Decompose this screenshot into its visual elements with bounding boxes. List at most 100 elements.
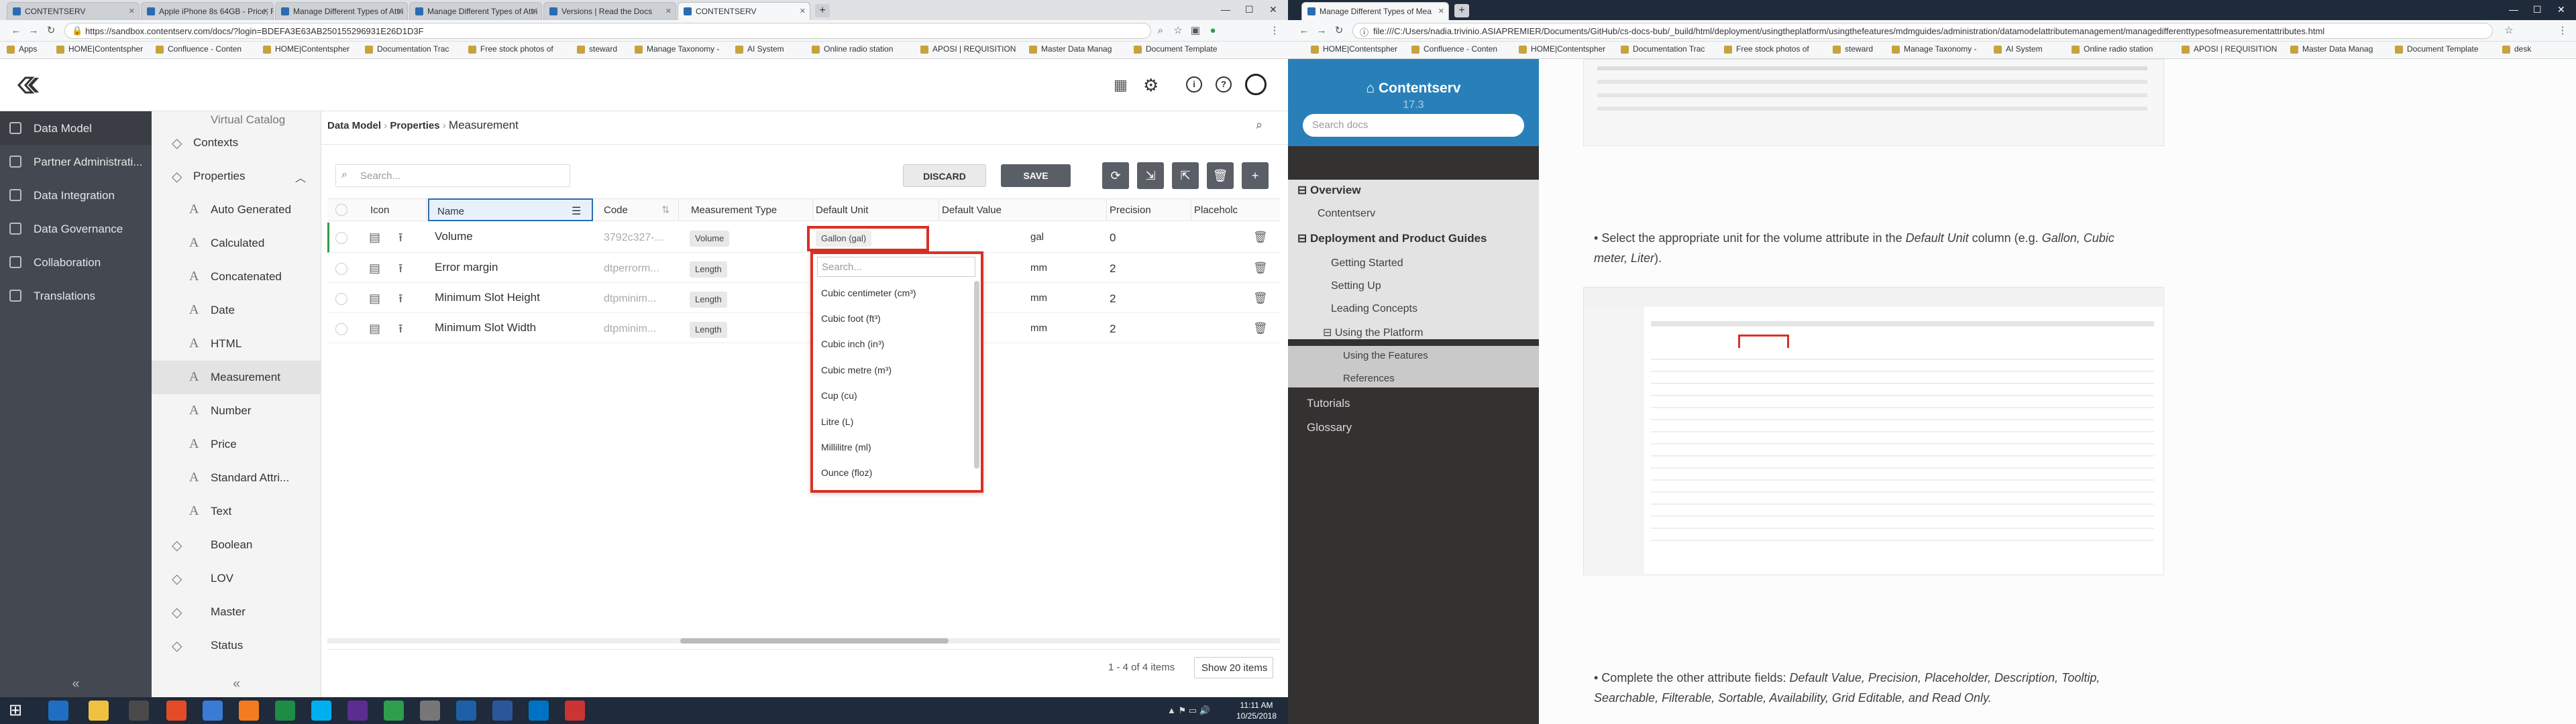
bookmark-item[interactable]: Apps (7, 44, 37, 54)
calendar-icon[interactable]: ▦ (1114, 76, 1128, 94)
bookmark-item[interactable]: steward (577, 44, 617, 54)
browser-tab[interactable]: Manage Different Types of Attri ✕ (275, 2, 408, 20)
tree-item-contexts[interactable]: ◇ Contexts (152, 126, 321, 160)
row-precision[interactable]: 2 (1110, 322, 1116, 336)
help-icon[interactable]: ? (1216, 76, 1232, 93)
row-default-value[interactable]: mm (1030, 292, 1047, 304)
sort-menu-icon[interactable]: ☰ (572, 204, 581, 218)
tree-item-boolean[interactable]: ◇ Boolean (152, 528, 321, 562)
tree-item-master[interactable]: ◇ Master (152, 595, 321, 629)
delete-icon[interactable]: 🗑 (1207, 162, 1234, 189)
minimize-icon[interactable]: — (1221, 4, 1230, 15)
docs-nav-item[interactable]: ⊟ Overview (1297, 184, 1361, 197)
chrome-icon[interactable] (166, 701, 186, 721)
column-header-precision[interactable]: Precision (1108, 198, 1191, 221)
bookmark-item[interactable]: Online radio station (812, 44, 893, 54)
docs-nav-item[interactable]: Using the Features (1343, 350, 1428, 361)
browser-tab[interactable]: Versions | Read the Docs ✕ (543, 2, 676, 20)
docs-nav-item[interactable]: Getting Started (1331, 257, 1403, 269)
collapse-tree-icon[interactable]: « (152, 670, 321, 697)
close-window-icon[interactable]: ✕ (1269, 4, 1277, 15)
close-icon[interactable]: ✕ (531, 7, 537, 15)
row-name[interactable]: Minimum Slot Height (435, 291, 540, 304)
bookmark-item[interactable]: AI System (1994, 44, 2043, 54)
docs-nav-item[interactable]: Glossary (1307, 421, 1352, 434)
back-arrow-icon[interactable]: ← (1297, 24, 1311, 38)
row-name[interactable]: Error margin (435, 261, 498, 274)
star-icon[interactable]: ☆ (1171, 24, 1185, 38)
app-icon[interactable] (565, 701, 585, 721)
maximize-icon[interactable]: ☐ (1245, 4, 1254, 15)
close-icon[interactable]: ✕ (665, 7, 672, 15)
forward-arrow-icon[interactable]: → (1315, 24, 1328, 38)
row-delete-icon[interactable]: 🗑 (1253, 322, 1268, 335)
tree-item-properties[interactable]: ◇ Properties ︿ (152, 160, 321, 193)
app-icon[interactable] (456, 701, 476, 721)
dropdown-option[interactable]: Litre (L) (821, 416, 853, 427)
dropdown-option[interactable]: Cubic centimeter (cm³) (821, 288, 916, 298)
windows-start-icon[interactable]: ⊞ (5, 701, 25, 721)
outlook-icon[interactable] (203, 701, 223, 721)
import-icon[interactable]: ⇲ (1137, 162, 1164, 189)
breadcrumb-item[interactable]: Data Model (327, 120, 381, 131)
ie-icon[interactable] (48, 701, 68, 721)
breadcrumb-item[interactable]: Properties (390, 120, 439, 131)
upload-icon[interactable]: ⭱ (398, 290, 402, 310)
onenote-icon[interactable] (347, 701, 368, 721)
reload-icon[interactable]: ↻ (44, 24, 58, 38)
row-select-checkbox[interactable] (335, 232, 347, 244)
row-delete-icon[interactable]: 🗑 (1253, 231, 1268, 244)
bookmark-item[interactable]: Master Data Manag (2290, 44, 2373, 54)
tree-item-status[interactable]: ◇ Status (152, 629, 321, 662)
row-default-value[interactable]: gal (1030, 231, 1044, 243)
column-header-default-unit[interactable]: Default Unit (814, 198, 939, 221)
close-icon[interactable]: ✕ (263, 7, 269, 15)
new-tab-button[interactable]: + (815, 4, 830, 17)
browser-menu-icon[interactable]: ⋮ (1268, 24, 1281, 38)
dropdown-option[interactable]: Cubic metre (m³) (821, 365, 892, 375)
bookmark-item[interactable]: Confluence - Conten (1411, 44, 1497, 54)
close-window-icon[interactable]: ✕ (2557, 4, 2565, 15)
row-default-value[interactable]: mm (1030, 322, 1047, 334)
docs-nav-item[interactable]: ⊟ Deployment and Product Guides (1297, 232, 1487, 245)
browser-tab-active[interactable]: Manage Different Types of Mea ✕ (1301, 2, 1449, 20)
minimize-icon[interactable]: — (2509, 4, 2518, 15)
reload-icon[interactable]: ↻ (1332, 24, 1346, 38)
column-header-name[interactable]: Name ☰ (428, 198, 593, 221)
select-all-checkbox[interactable] (335, 204, 347, 216)
row-name[interactable]: Minimum Slot Width (435, 321, 536, 335)
close-icon[interactable]: ✕ (129, 7, 135, 15)
url-input[interactable]: 🔒 https://sandbox.contentserv.com/docs/?l… (64, 23, 1151, 39)
close-icon[interactable]: ✕ (1438, 7, 1444, 15)
docs-nav-item[interactable]: References (1343, 373, 1395, 384)
row-precision[interactable]: 0 (1110, 231, 1116, 245)
star-icon[interactable]: ☆ (2502, 24, 2516, 38)
column-header-measurement-type[interactable]: Measurement Type (680, 198, 813, 221)
docs-nav-item[interactable]: Contentserv (1318, 208, 1375, 220)
extension-icon[interactable]: ▣ (1189, 24, 1202, 38)
page-size-select[interactable]: Show 20 items (1194, 657, 1273, 678)
close-icon[interactable]: ✕ (800, 7, 806, 15)
tree-item-html[interactable]: A HTML (152, 327, 321, 361)
bookmark-item[interactable]: HOME|Contentspher (56, 44, 143, 54)
bookmark-item[interactable]: Free stock photos of (468, 44, 553, 54)
back-arrow-icon[interactable]: ← (9, 24, 23, 38)
browser-tab[interactable]: Apple iPhone 8s 64GB - Price, Fe ✕ (141, 2, 274, 20)
bookmark-item[interactable]: Documentation Trac (365, 44, 449, 54)
url-input[interactable]: ⓘ file:///C:/Users/nadia.trivinio.ASIAPRE… (1352, 23, 2493, 39)
row-delete-icon[interactable]: 🗑 (1253, 292, 1268, 305)
column-header-placeholder[interactable]: Placeholc (1193, 198, 1280, 221)
row-precision[interactable]: 2 (1110, 292, 1116, 306)
browser-tab[interactable]: CONTENTSERV ✕ (7, 2, 140, 20)
upload-icon[interactable]: ⭱ (398, 260, 402, 280)
bookmark-item[interactable]: Documentation Trac (1621, 44, 1705, 54)
bookmark-item[interactable]: Free stock photos of (1724, 44, 1809, 54)
dropdown-scrollbar[interactable] (974, 281, 979, 469)
app-icon[interactable] (239, 701, 259, 721)
dropdown-option[interactable]: Millilitre (ml) (821, 442, 871, 452)
explorer-icon[interactable] (89, 701, 109, 721)
add-icon[interactable]: + (1242, 162, 1269, 189)
app-icon[interactable] (420, 701, 440, 721)
dropdown-option[interactable]: Ounce (floz) (821, 467, 872, 478)
grid-search-input[interactable]: ⌕ Search... (335, 164, 570, 187)
